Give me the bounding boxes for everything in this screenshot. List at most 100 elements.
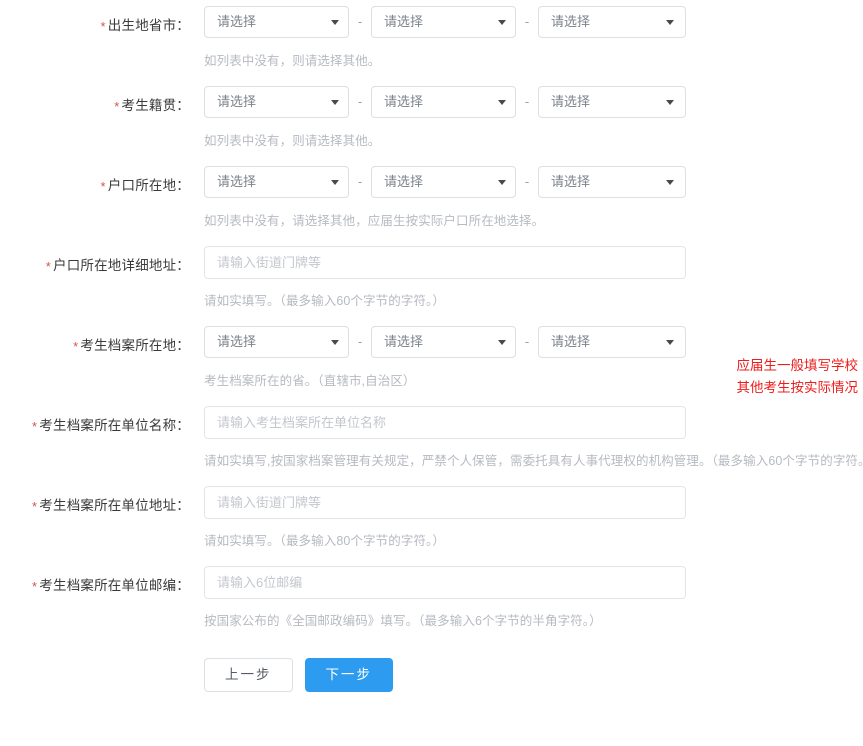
select-value: 请选择	[384, 167, 423, 197]
chevron-down-icon	[498, 100, 506, 105]
label-text: 考生档案所在单位邮编：	[39, 578, 190, 593]
label-text: 考生档案所在单位名称：	[39, 418, 190, 433]
label-archive-location: *考生档案所在地：	[0, 326, 190, 366]
form-group-birthplace: *出生地省市： 请选择 - 请选择 - 请选择 如列表中没有	[0, 6, 863, 76]
hint-native-place: 如列表中没有，则请选择其他。	[190, 126, 380, 156]
chevron-down-icon	[666, 180, 674, 185]
select-archive-district[interactable]: 请选择	[538, 326, 686, 358]
separator-dash: -	[349, 166, 371, 198]
form-row-birthplace: *出生地省市： 请选择 - 请选择 - 请选择	[0, 6, 863, 46]
select-value: 请选择	[551, 167, 590, 197]
form-row-archive-location: *考生档案所在地： 请选择 - 请选择 - 请选择	[0, 326, 863, 366]
hint-archive-unit-address: 请如实填写。（最多输入80个字节的字符。）	[190, 526, 445, 556]
field-archive-unit-address	[190, 486, 686, 519]
hint-row-native-place: 如列表中没有，则请选择其他。	[0, 126, 863, 156]
select-native-place-district[interactable]: 请选择	[538, 86, 686, 118]
label-text: 考生档案所在地：	[80, 338, 190, 353]
hint-archive-location: 考生档案所在的省。（直辖市,自治区）	[190, 366, 416, 396]
select-birthplace-province[interactable]: 请选择	[204, 6, 349, 38]
hint-archive-unit-name: 请如实填写,按国家档案管理有关规定，严禁个人保管，需委托具有人事代理权的机构管理…	[190, 446, 863, 476]
archive-unit-address-input[interactable]	[204, 486, 686, 519]
select-value: 请选择	[217, 327, 256, 357]
select-household-city[interactable]: 请选择	[371, 166, 516, 198]
label-archive-unit-address: *考生档案所在单位地址：	[0, 486, 190, 526]
form-group-archive-location: *考生档案所在地： 请选择 - 请选择 - 请选择 考生档案	[0, 326, 863, 396]
form-row-household-detail-address: *户口所在地详细地址：	[0, 246, 863, 286]
separator-dash: -	[349, 86, 371, 118]
hint-household-detail-address: 请如实填写。（最多输入60个字节的字符。）	[190, 286, 445, 316]
required-asterisk: *	[101, 19, 106, 34]
label-household-detail-address: *户口所在地详细地址：	[0, 246, 190, 286]
chevron-down-icon	[666, 100, 674, 105]
form-row-archive-unit-name: *考生档案所在单位名称：	[0, 406, 863, 446]
required-asterisk: *	[32, 419, 37, 434]
field-birthplace: 请选择 - 请选择 - 请选择	[190, 6, 686, 38]
select-household-district[interactable]: 请选择	[538, 166, 686, 198]
hint-row-archive-unit-address: 请如实填写。（最多输入80个字节的字符。）	[0, 526, 863, 556]
select-value: 请选择	[217, 167, 256, 197]
select-value: 请选择	[551, 87, 590, 117]
separator-dash: -	[516, 326, 538, 358]
select-value: 请选择	[551, 7, 590, 37]
chevron-down-icon	[331, 100, 339, 105]
form-row-household-location: *户口所在地： 请选择 - 请选择 - 请选择	[0, 166, 863, 206]
chevron-down-icon	[666, 20, 674, 25]
hint-row-household-location: 如列表中没有，请选择其他，应届生按实际户口所在地选择。	[0, 206, 863, 236]
form-group-native-place: *考生籍贯： 请选择 - 请选择 - 请选择 如列表中没有，	[0, 86, 863, 156]
label-native-place: *考生籍贯：	[0, 86, 190, 126]
select-archive-city[interactable]: 请选择	[371, 326, 516, 358]
chevron-down-icon	[331, 20, 339, 25]
note-line-2: 其他考生按实际情况	[737, 377, 859, 399]
label-text: 考生档案所在单位地址：	[39, 498, 190, 513]
form-row-native-place: *考生籍贯： 请选择 - 请选择 - 请选择	[0, 86, 863, 126]
separator-dash: -	[516, 6, 538, 38]
field-household-detail-address	[190, 246, 686, 279]
select-value: 请选择	[217, 87, 256, 117]
label-birthplace: *出生地省市：	[0, 6, 190, 46]
form-group-household-detail-address: *户口所在地详细地址： 请如实填写。（最多输入60个字节的字符。）	[0, 246, 863, 316]
field-archive-unit-postcode	[190, 566, 686, 599]
select-household-province[interactable]: 请选择	[204, 166, 349, 198]
select-native-place-province[interactable]: 请选择	[204, 86, 349, 118]
select-birthplace-city[interactable]: 请选择	[371, 6, 516, 38]
chevron-down-icon	[498, 180, 506, 185]
label-text: 户口所在地详细地址：	[53, 258, 190, 273]
archive-unit-name-input[interactable]	[204, 406, 686, 439]
select-value: 请选择	[384, 87, 423, 117]
form-row-archive-unit-address: *考生档案所在单位地址：	[0, 486, 863, 526]
select-native-place-city[interactable]: 请选择	[371, 86, 516, 118]
next-step-button[interactable]: 下一步	[305, 658, 394, 692]
select-value: 请选择	[384, 7, 423, 37]
label-text: 考生籍贯：	[122, 98, 191, 113]
field-archive-unit-name	[190, 406, 686, 439]
field-household-location: 请选择 - 请选择 - 请选择	[190, 166, 686, 198]
field-native-place: 请选择 - 请选择 - 请选择	[190, 86, 686, 118]
household-detail-address-input[interactable]	[204, 246, 686, 279]
form-group-archive-unit-address: *考生档案所在单位地址： 请如实填写。（最多输入80个字节的字符。）	[0, 486, 863, 556]
form-row-archive-unit-postcode: *考生档案所在单位邮编：	[0, 566, 863, 606]
label-archive-unit-name: *考生档案所在单位名称：	[0, 406, 190, 446]
select-archive-province[interactable]: 请选择	[204, 326, 349, 358]
required-asterisk: *	[32, 579, 37, 594]
chevron-down-icon	[331, 180, 339, 185]
select-birthplace-district[interactable]: 请选择	[538, 6, 686, 38]
archive-unit-postcode-input[interactable]	[204, 566, 686, 599]
form-group-archive-unit-name: *考生档案所在单位名称： 请如实填写,按国家档案管理有关规定，严禁个人保管，需委…	[0, 406, 863, 476]
chevron-down-icon	[666, 340, 674, 345]
hint-row-birthplace: 如列表中没有，则请选择其他。	[0, 46, 863, 76]
separator-dash: -	[516, 86, 538, 118]
hint-row-household-detail-address: 请如实填写。（最多输入60个字节的字符。）	[0, 286, 863, 316]
previous-step-button[interactable]: 上一步	[204, 658, 293, 692]
hint-row-archive-unit-postcode: 按国家公布的《全国邮政编码》填写。（最多输入6个字节的半角字符。）	[0, 606, 863, 636]
required-asterisk: *	[46, 259, 51, 274]
select-value: 请选择	[384, 327, 423, 357]
form-actions: 上一步 下一步	[0, 644, 863, 692]
label-household-location: *户口所在地：	[0, 166, 190, 206]
select-value: 请选择	[217, 7, 256, 37]
required-asterisk: *	[114, 99, 119, 114]
separator-dash: -	[516, 166, 538, 198]
form-group-household-location: *户口所在地： 请选择 - 请选择 - 请选择 如列表中没有	[0, 166, 863, 236]
hint-archive-unit-postcode: 按国家公布的《全国邮政编码》填写。（最多输入6个字节的半角字符。）	[190, 606, 602, 636]
required-asterisk: *	[32, 499, 37, 514]
select-value: 请选择	[551, 327, 590, 357]
